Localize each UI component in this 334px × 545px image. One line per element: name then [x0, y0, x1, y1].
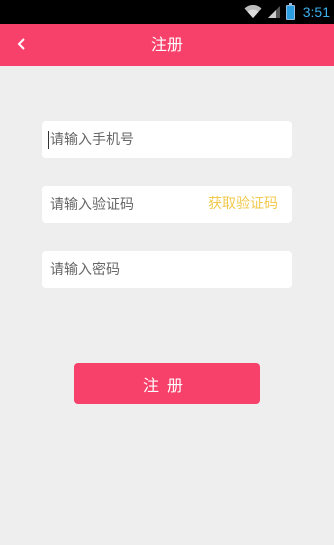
password-input[interactable] [42, 251, 292, 288]
get-code-button[interactable]: 获取验证码 [208, 186, 278, 223]
phone-input[interactable] [42, 121, 292, 158]
title-bar: 注册 [0, 24, 334, 66]
text-caret [48, 131, 49, 149]
register-button[interactable]: 注册 [74, 363, 260, 404]
battery-icon [285, 2, 295, 20]
wifi-icon [244, 5, 262, 18]
page-title: 注册 [150, 35, 183, 54]
status-bar: 3:51 [0, 0, 334, 24]
signal-icon [267, 6, 280, 18]
status-time: 3:51 [302, 4, 330, 20]
back-button[interactable] [10, 32, 34, 56]
status-icons: 3:51 [244, 0, 330, 24]
code-field: 获取验证码 [42, 186, 292, 223]
phone-field [42, 121, 292, 158]
chevron-left-icon [17, 38, 25, 50]
password-field [42, 251, 292, 288]
